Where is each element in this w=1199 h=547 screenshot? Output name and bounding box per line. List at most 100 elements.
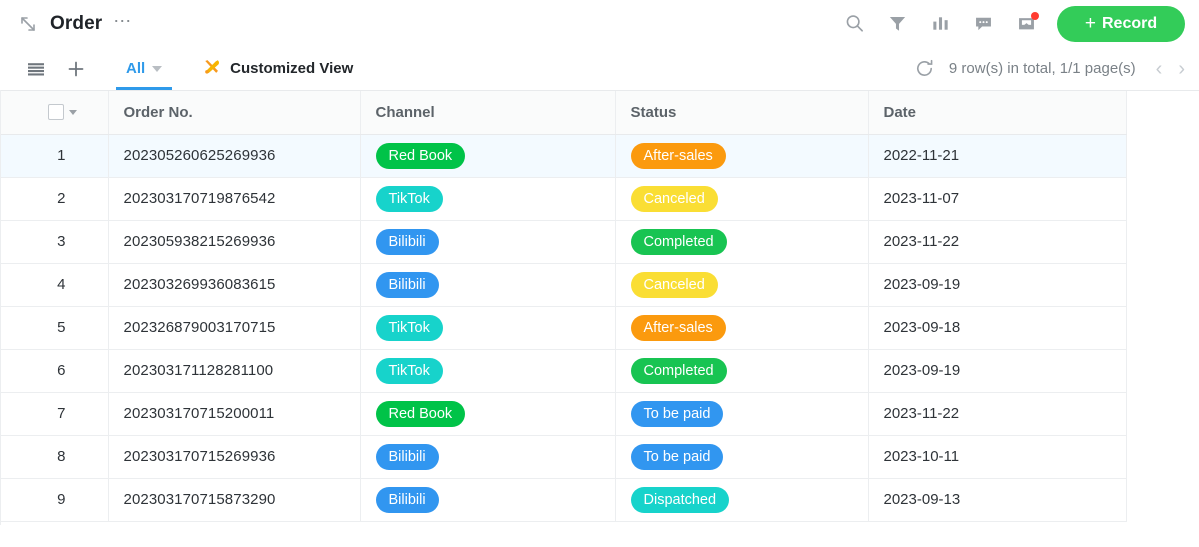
channel-tag: TikTok — [375, 357, 443, 384]
cell-order-no[interactable]: 202305938215269936 — [108, 220, 361, 264]
chart-icon[interactable] — [929, 13, 951, 35]
cell-date[interactable]: 2023-09-18 — [868, 306, 1127, 350]
cell-status[interactable]: Canceled — [615, 177, 869, 221]
cell-channel[interactable]: Bilibili — [360, 478, 616, 522]
table-header-row: Order No. Channel Status Date — [0, 91, 1127, 135]
column-header-date[interactable]: Date — [868, 91, 1127, 135]
select-all-header — [0, 91, 109, 135]
table-row[interactable]: 7 202303170715200011 Red Book To be paid 202… — [0, 392, 1127, 436]
table-row[interactable]: 9 202303170715873290 Bilibili Dispatched 202… — [0, 478, 1127, 522]
tools-icon — [202, 57, 222, 81]
sub-toolbar-spacer — [353, 47, 914, 90]
cell-status[interactable]: Completed — [615, 220, 869, 264]
toolbar-icons — [843, 11, 1039, 35]
cell-date[interactable]: 2023-11-22 — [868, 392, 1127, 436]
inbox-icon[interactable] — [1015, 11, 1039, 35]
records-table-container: Order No. Channel Status Date 1 202305260… — [0, 90, 1199, 522]
chevron-down-icon[interactable] — [69, 109, 77, 115]
add-record-button[interactable]: + Record — [1057, 5, 1185, 42]
cell-date[interactable]: 2023-09-19 — [868, 349, 1127, 393]
cell-status[interactable]: To be paid — [615, 392, 869, 436]
cell-channel[interactable]: Red Book — [360, 392, 616, 436]
column-header-order-no[interactable]: Order No. — [108, 91, 361, 135]
cell-channel[interactable]: TikTok — [360, 349, 616, 393]
prev-page-button[interactable]: ‹ — [1156, 59, 1163, 79]
table-row[interactable]: 4 202303269936083615 Bilibili Canceled 2023-… — [0, 263, 1127, 307]
column-header-status[interactable]: Status — [615, 91, 869, 135]
cell-channel[interactable]: TikTok — [360, 306, 616, 350]
row-number: 4 — [0, 263, 109, 307]
refresh-icon[interactable] — [914, 58, 935, 79]
table-row[interactable]: 5 202326879003170715 TikTok After-sales 2023… — [0, 306, 1127, 350]
cell-status[interactable]: Completed — [615, 349, 869, 393]
table-row[interactable]: 6 202303171128281100 TikTok Completed 2023-0… — [0, 349, 1127, 393]
cell-date[interactable]: 2022-11-21 — [868, 134, 1127, 178]
table-header: Order No. Channel Status Date — [0, 91, 1127, 135]
cell-order-no[interactable]: 202305260625269936 — [108, 134, 361, 178]
status-badge: After-sales — [630, 142, 726, 169]
cell-channel[interactable]: Red Book — [360, 134, 616, 178]
cell-order-no[interactable]: 202303170715873290 — [108, 478, 361, 522]
select-all-checkbox[interactable] — [48, 104, 64, 121]
pagination: ‹ › — [1156, 59, 1185, 79]
customized-view-label: Customized View — [230, 60, 354, 77]
status-badge: Completed — [630, 228, 727, 255]
cell-status[interactable]: After-sales — [615, 306, 869, 350]
row-number: 9 — [0, 478, 109, 522]
cell-order-no[interactable]: 202303170715269936 — [108, 435, 361, 479]
cell-date[interactable]: 2023-11-07 — [868, 177, 1127, 221]
table-row[interactable]: 3 202305938215269936 Bilibili Completed 2023… — [0, 220, 1127, 264]
next-page-button[interactable]: › — [1178, 59, 1185, 79]
status-badge: Completed — [630, 357, 727, 384]
table-row[interactable]: 1 202305260625269936 Red Book After-sales 20… — [0, 134, 1127, 178]
table-row[interactable]: 8 202303170715269936 Bilibili To be paid 202… — [0, 435, 1127, 479]
tab-all-label: All — [126, 60, 146, 77]
cell-date[interactable]: 2023-10-11 — [868, 435, 1127, 479]
table-row[interactable]: 2 202303170719876542 TikTok Canceled 2023-11… — [0, 177, 1127, 221]
row-number: 2 — [0, 177, 109, 221]
sub-toolbar-right: 9 row(s) in total, 1/1 page(s) ‹ › — [914, 47, 1185, 90]
cell-channel[interactable]: Bilibili — [360, 220, 616, 264]
channel-tag: Red Book — [375, 142, 466, 169]
channel-tag: TikTok — [375, 314, 443, 341]
notification-badge — [1031, 11, 1039, 20]
row-number: 6 — [0, 349, 109, 393]
status-badge: To be paid — [630, 443, 724, 470]
cell-date[interactable]: 2023-09-19 — [868, 263, 1127, 307]
channel-tag: Bilibili — [375, 443, 439, 470]
row-number: 8 — [0, 435, 109, 479]
more-dots-icon[interactable]: ⋯ — [113, 12, 133, 30]
cell-channel[interactable]: Bilibili — [360, 263, 616, 307]
cell-order-no[interactable]: 202303269936083615 — [108, 263, 361, 307]
plus-icon[interactable] — [56, 47, 96, 90]
cell-status[interactable]: Canceled — [615, 263, 869, 307]
cell-order-no[interactable]: 202303170719876542 — [108, 177, 361, 221]
cell-status[interactable]: To be paid — [615, 435, 869, 479]
cell-date[interactable]: 2023-09-13 — [868, 478, 1127, 522]
tab-all[interactable]: All — [116, 47, 173, 90]
channel-tag: Bilibili — [375, 486, 439, 513]
filter-icon[interactable] — [886, 13, 908, 35]
channel-tag: Bilibili — [375, 271, 439, 298]
cell-date[interactable]: 2023-11-22 — [868, 220, 1127, 264]
expand-arrows-icon[interactable] — [18, 14, 38, 34]
status-badge: Canceled — [630, 185, 718, 212]
cell-order-no[interactable]: 202326879003170715 — [108, 306, 361, 350]
status-badge: Dispatched — [630, 486, 730, 513]
comment-icon[interactable] — [972, 13, 994, 35]
add-record-label: Record — [1101, 14, 1158, 32]
cell-order-no[interactable]: 202303171128281100 — [108, 349, 361, 393]
cell-order-no[interactable]: 202303170715200011 — [108, 392, 361, 436]
channel-tag: TikTok — [375, 185, 443, 212]
search-icon[interactable] — [843, 13, 865, 35]
list-view-icon[interactable] — [16, 47, 56, 90]
cell-status[interactable]: Dispatched — [615, 478, 869, 522]
column-header-channel[interactable]: Channel — [360, 91, 616, 135]
row-number: 7 — [0, 392, 109, 436]
customized-view-button[interactable]: Customized View — [202, 47, 353, 90]
row-number: 1 — [0, 134, 109, 178]
cell-status[interactable]: After-sales — [615, 134, 869, 178]
title-bar: Order ⋯ + Record — [0, 0, 1199, 47]
cell-channel[interactable]: TikTok — [360, 177, 616, 221]
cell-channel[interactable]: Bilibili — [360, 435, 616, 479]
